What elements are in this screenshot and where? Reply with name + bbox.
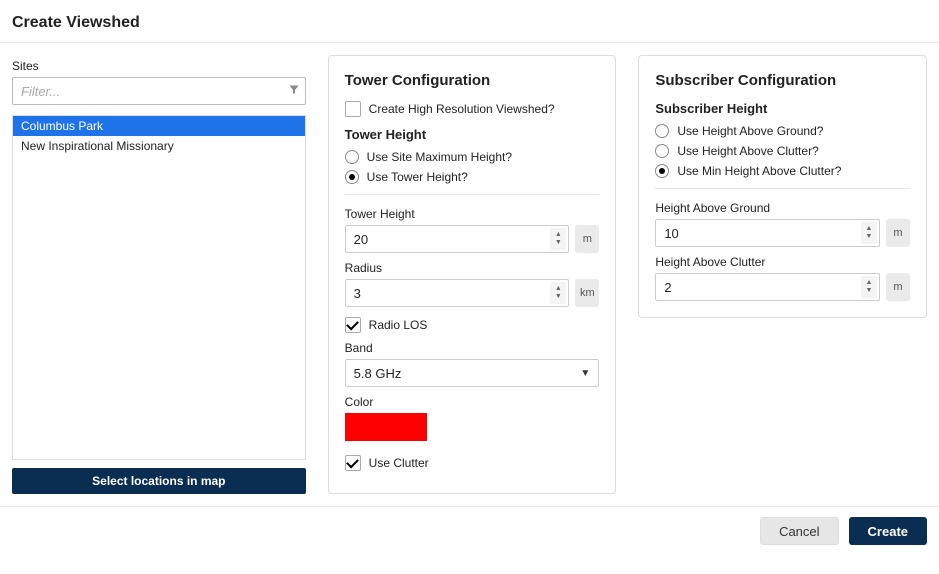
radio-los-label: Radio LOS (369, 318, 428, 332)
radio-site-max-label: Use Site Maximum Height? (367, 150, 512, 164)
spinner-arrows-icon[interactable]: ▲▼ (550, 282, 566, 304)
use-clutter-checkbox[interactable] (345, 455, 361, 471)
radio-min-height-above-clutter-label: Use Min Height Above Clutter? (677, 164, 841, 178)
hac-field-label: Height Above Clutter (655, 255, 910, 269)
high-res-label: Create High Resolution Viewshed? (369, 102, 555, 116)
divider (345, 194, 600, 195)
tower-height-field-label: Tower Height (345, 207, 600, 221)
sites-label: Sites (12, 59, 306, 73)
site-item-new-inspirational[interactable]: New Inspirational Missionary (13, 136, 305, 156)
radius-unit: km (575, 279, 599, 307)
radio-height-above-ground-label: Use Height Above Ground? (677, 124, 823, 138)
dialog-title: Create Viewshed (0, 0, 939, 42)
hac-value: 2 (664, 280, 671, 295)
tower-panel-title: Tower Configuration (345, 72, 600, 89)
hag-field-label: Height Above Ground (655, 201, 910, 215)
hag-unit: m (886, 219, 910, 247)
band-value: 5.8 GHz (354, 366, 402, 381)
radius-field-label: Radius (345, 261, 600, 275)
radio-tower-height-label: Use Tower Height? (367, 170, 468, 184)
radio-tower-height[interactable] (345, 170, 359, 184)
hac-unit: m (886, 273, 910, 301)
tower-height-value: 20 (354, 232, 368, 247)
radio-site-max[interactable] (345, 150, 359, 164)
high-res-checkbox[interactable] (345, 101, 361, 117)
tower-height-section: Tower Height (345, 127, 600, 142)
radio-height-above-ground[interactable] (655, 124, 669, 138)
sites-filter-input[interactable] (12, 77, 306, 105)
tower-height-input[interactable]: 20 ▲▼ (345, 225, 570, 253)
subscriber-height-section: Subscriber Height (655, 101, 910, 116)
band-select[interactable]: 5.8 GHz ▼ (345, 359, 600, 387)
spinner-arrows-icon[interactable]: ▲▼ (550, 228, 566, 250)
band-field-label: Band (345, 341, 600, 355)
radius-value: 3 (354, 286, 361, 301)
spinner-arrows-icon[interactable]: ▲▼ (861, 276, 877, 298)
cancel-button[interactable]: Cancel (760, 517, 838, 545)
subscriber-panel-title: Subscriber Configuration (655, 72, 910, 89)
spinner-arrows-icon[interactable]: ▲▼ (861, 222, 877, 244)
radius-input[interactable]: 3 ▲▼ (345, 279, 570, 307)
hag-value: 10 (664, 226, 678, 241)
create-button[interactable]: Create (849, 517, 927, 545)
hag-input[interactable]: 10 ▲▼ (655, 219, 880, 247)
radio-height-above-clutter[interactable] (655, 144, 669, 158)
use-clutter-label: Use Clutter (369, 456, 429, 470)
select-locations-button[interactable]: Select locations in map (12, 468, 306, 494)
divider (655, 188, 910, 189)
radio-los-checkbox[interactable] (345, 317, 361, 333)
site-item-columbus-park[interactable]: Columbus Park (13, 116, 305, 136)
tower-height-unit: m (575, 225, 599, 253)
hac-input[interactable]: 2 ▲▼ (655, 273, 880, 301)
color-swatch[interactable] (345, 413, 427, 441)
sites-list[interactable]: Columbus Park New Inspirational Missiona… (12, 115, 306, 460)
chevron-down-icon: ▼ (580, 368, 590, 379)
radio-height-above-clutter-label: Use Height Above Clutter? (677, 144, 818, 158)
color-field-label: Color (345, 395, 600, 409)
radio-min-height-above-clutter[interactable] (655, 164, 669, 178)
filter-icon (288, 84, 300, 99)
